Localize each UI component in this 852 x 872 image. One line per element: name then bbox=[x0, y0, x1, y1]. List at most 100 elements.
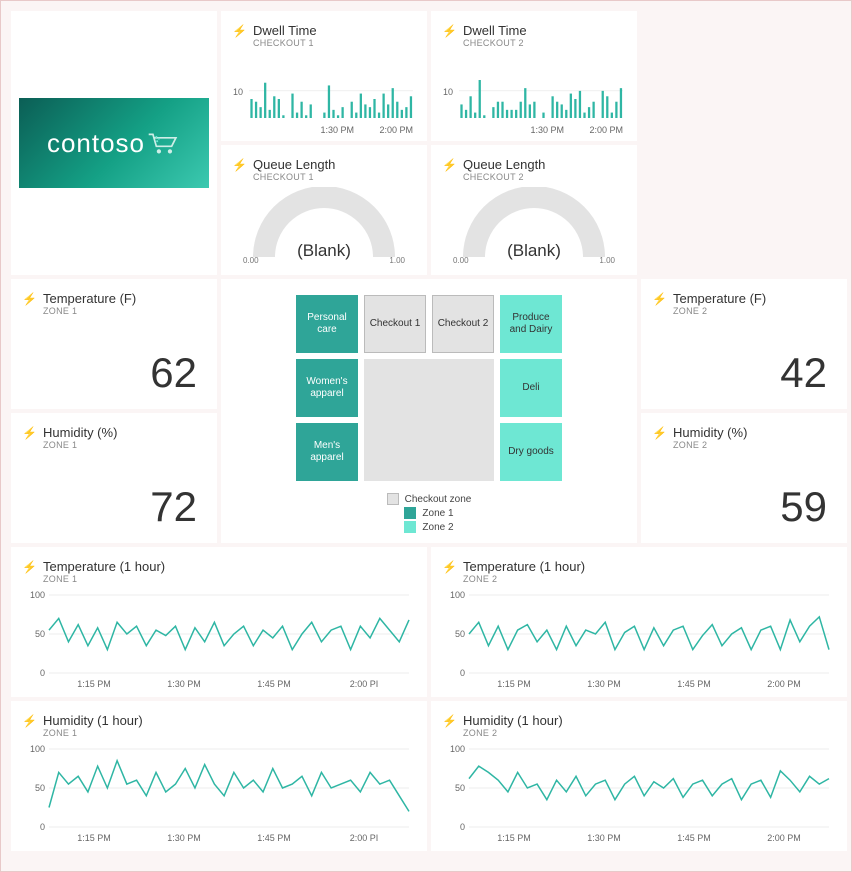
card-title: Temperature (F) bbox=[673, 291, 833, 306]
queue-length-checkout2-card[interactable]: ⚡ Queue Length CHECKOUT 2 (Blank) 0.00 1… bbox=[431, 145, 637, 275]
map-legend: Checkout zone Zone 1 Zone 2 bbox=[251, 493, 607, 533]
brand-name: contoso bbox=[47, 128, 145, 159]
card-subtitle: ZONE 2 bbox=[463, 728, 833, 738]
card-subtitle: ZONE 2 bbox=[673, 440, 833, 450]
map-tile-produce[interactable]: Produce and Dairy bbox=[500, 295, 562, 353]
gauge-max: 1.00 bbox=[599, 256, 615, 265]
axis-tick: 1:30 PM bbox=[320, 125, 354, 135]
metric-value: 42 bbox=[780, 349, 827, 397]
svg-text:1:30 PM: 1:30 PM bbox=[167, 679, 201, 689]
lightning-icon: ⚡ bbox=[22, 426, 37, 440]
humidity-zone2-card[interactable]: ⚡ Humidity (%) ZONE 2 59 bbox=[641, 413, 847, 543]
lightning-icon: ⚡ bbox=[22, 292, 37, 306]
store-map: Personal care Checkout 1 Checkout 2 Prod… bbox=[251, 295, 607, 481]
dwell-time-checkout2-card[interactable]: ⚡ Dwell Time CHECKOUT 2 1:30 PM 2:00 PM … bbox=[431, 11, 637, 141]
queue-length-checkout1-card[interactable]: ⚡ Queue Length CHECKOUT 1 (Blank) 0.00 1… bbox=[221, 145, 427, 275]
svg-text:50: 50 bbox=[35, 629, 45, 639]
lightning-icon: ⚡ bbox=[232, 24, 247, 38]
card-subtitle: ZONE 2 bbox=[673, 306, 833, 316]
legend-label: Zone 2 bbox=[422, 522, 453, 533]
card-subtitle: ZONE 2 bbox=[463, 574, 833, 584]
svg-text:50: 50 bbox=[455, 629, 465, 639]
map-tile-dry[interactable]: Dry goods bbox=[500, 423, 562, 481]
axis-tick: 1:30 PM bbox=[530, 125, 564, 135]
gauge-min: 0.00 bbox=[453, 256, 469, 265]
lightning-icon: ⚡ bbox=[442, 714, 457, 728]
lightning-icon: ⚡ bbox=[442, 24, 457, 38]
card-subtitle: CHECKOUT 2 bbox=[463, 38, 623, 48]
tline2-chart: 0501001:15 PM1:30 PM1:45 PM2:00 PM bbox=[445, 591, 833, 691]
store-map-card[interactable]: Personal care Checkout 1 Checkout 2 Prod… bbox=[221, 279, 637, 543]
axis-tick: 2:00 PM bbox=[379, 125, 413, 135]
svg-text:1:45 PM: 1:45 PM bbox=[257, 833, 291, 843]
lightning-icon: ⚡ bbox=[652, 426, 667, 440]
brand-logo: contoso bbox=[19, 98, 209, 188]
card-subtitle: ZONE 1 bbox=[43, 728, 413, 738]
svg-text:0: 0 bbox=[40, 668, 45, 678]
svg-text:2:00 PI: 2:00 PI bbox=[350, 679, 379, 689]
svg-text:1:15 PM: 1:15 PM bbox=[77, 833, 111, 843]
card-subtitle: ZONE 1 bbox=[43, 440, 203, 450]
map-tile-mens[interactable]: Men's apparel bbox=[296, 423, 358, 481]
svg-text:1:15 PM: 1:15 PM bbox=[497, 833, 531, 843]
queue2-gauge: (Blank) 0.00 1.00 bbox=[431, 187, 637, 267]
svg-text:0: 0 bbox=[460, 822, 465, 832]
svg-text:50: 50 bbox=[35, 783, 45, 793]
svg-text:1:45 PM: 1:45 PM bbox=[677, 833, 711, 843]
svg-text:1:45 PM: 1:45 PM bbox=[257, 679, 291, 689]
card-title: Humidity (%) bbox=[43, 425, 203, 440]
svg-text:1:30 PM: 1:30 PM bbox=[167, 833, 201, 843]
card-title: Humidity (%) bbox=[673, 425, 833, 440]
hline2-chart: 0501001:15 PM1:30 PM1:45 PM2:00 PM bbox=[445, 745, 833, 845]
svg-text:1:30 PM: 1:30 PM bbox=[587, 833, 621, 843]
svg-text:100: 100 bbox=[30, 745, 45, 754]
humidity-zone1-card[interactable]: ⚡ Humidity (%) ZONE 1 72 bbox=[11, 413, 217, 543]
card-title: Queue Length bbox=[463, 157, 623, 172]
map-tile-personal-care[interactable]: Personal care bbox=[296, 295, 358, 353]
map-tile-deli[interactable]: Deli bbox=[500, 359, 562, 417]
dwell2-sparkline: 1:30 PM 2:00 PM 10 bbox=[445, 65, 623, 135]
axis-tick: 2:00 PM bbox=[589, 125, 623, 135]
card-title: Dwell Time bbox=[253, 23, 413, 38]
card-title: Temperature (F) bbox=[43, 291, 203, 306]
empty-slot bbox=[641, 145, 847, 275]
legend-swatch-zone2 bbox=[404, 521, 416, 533]
card-subtitle: CHECKOUT 1 bbox=[253, 172, 413, 182]
legend-swatch-checkout bbox=[387, 493, 399, 505]
svg-text:1:15 PM: 1:15 PM bbox=[497, 679, 531, 689]
temperature-zone1-card[interactable]: ⚡ Temperature (F) ZONE 1 62 bbox=[11, 279, 217, 409]
lightning-icon: ⚡ bbox=[22, 560, 37, 574]
map-tile-womens[interactable]: Women's apparel bbox=[296, 359, 358, 417]
svg-text:2:00 PM: 2:00 PM bbox=[767, 833, 801, 843]
map-tile-checkout2[interactable]: Checkout 2 bbox=[432, 295, 494, 353]
humidity-1h-zone1-card[interactable]: ⚡ Humidity (1 hour) ZONE 1 0 50 100 1:15 PM… bbox=[11, 701, 427, 851]
temperature-zone2-card[interactable]: ⚡ Temperature (F) ZONE 2 42 bbox=[641, 279, 847, 409]
temperature-1h-zone1-card[interactable]: ⚡ Temperature (1 hour) ZONE 1 0501001:15… bbox=[11, 547, 427, 697]
svg-text:1:30 PM: 1:30 PM bbox=[587, 679, 621, 689]
card-title: Temperature (1 hour) bbox=[463, 559, 833, 574]
cart-icon bbox=[147, 131, 181, 155]
humidity-1h-zone2-card[interactable]: ⚡ Humidity (1 hour) ZONE 2 0501001:15 PM… bbox=[431, 701, 847, 851]
card-subtitle: CHECKOUT 1 bbox=[253, 38, 413, 48]
card-title: Temperature (1 hour) bbox=[43, 559, 413, 574]
lightning-icon: ⚡ bbox=[442, 158, 457, 172]
svg-text:0: 0 bbox=[40, 822, 45, 832]
dwell-time-checkout1-card[interactable]: ⚡ Dwell Time CHECKOUT 1 1:30 PM 2:00 PM … bbox=[221, 11, 427, 141]
card-subtitle: ZONE 1 bbox=[43, 306, 203, 316]
card-subtitle: CHECKOUT 2 bbox=[463, 172, 623, 182]
gauge-max: 1.00 bbox=[389, 256, 405, 265]
metric-value: 72 bbox=[150, 483, 197, 531]
svg-text:100: 100 bbox=[30, 591, 45, 600]
metric-value: 62 bbox=[150, 349, 197, 397]
lightning-icon: ⚡ bbox=[442, 560, 457, 574]
temperature-1h-zone2-card[interactable]: ⚡ Temperature (1 hour) ZONE 2 0501001:15… bbox=[431, 547, 847, 697]
tline1-chart: 0501001:15 PM1:30 PM1:45 PM2:00 PI bbox=[25, 591, 413, 691]
svg-text:1:45 PM: 1:45 PM bbox=[677, 679, 711, 689]
legend-label: Zone 1 bbox=[422, 508, 453, 519]
card-title: Humidity (1 hour) bbox=[43, 713, 413, 728]
empty-slot bbox=[641, 11, 847, 141]
legend-swatch-zone1 bbox=[404, 507, 416, 519]
lightning-icon: ⚡ bbox=[22, 714, 37, 728]
svg-text:50: 50 bbox=[455, 783, 465, 793]
map-tile-checkout1[interactable]: Checkout 1 bbox=[364, 295, 426, 353]
